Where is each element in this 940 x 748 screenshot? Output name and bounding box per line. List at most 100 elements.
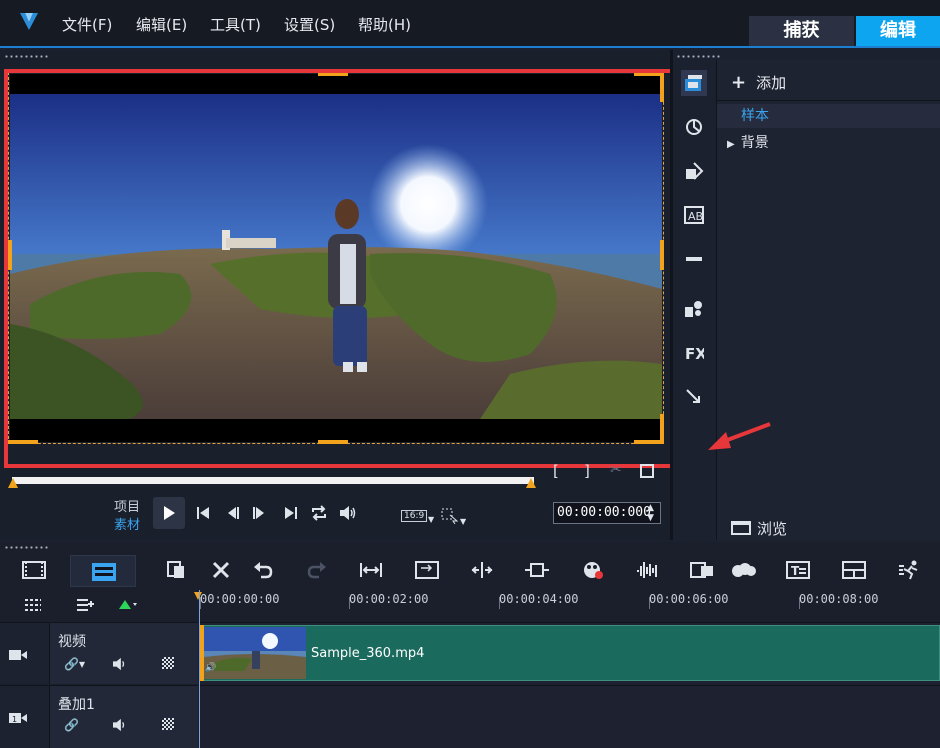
clip-audio-icon: 🔊 bbox=[205, 663, 217, 673]
ruler-tick-label: 00:00:04:00 bbox=[499, 592, 579, 606]
redo-icon[interactable] bbox=[303, 556, 331, 584]
aspect-dropdown-arrow-icon[interactable]: ▼ bbox=[428, 515, 434, 524]
track-name-video: 视频 bbox=[58, 634, 86, 650]
timecode-field[interactable]: 00:00:00:000 bbox=[553, 502, 661, 524]
crop-tool-button[interactable] bbox=[440, 507, 460, 525]
highlight-box bbox=[4, 69, 697, 468]
menu-tools[interactable]: 工具(T) bbox=[210, 14, 261, 35]
clip-trim-handle[interactable] bbox=[200, 625, 204, 681]
timeline-view-button[interactable] bbox=[70, 555, 136, 587]
menu-edit[interactable]: 编辑(E) bbox=[136, 14, 187, 35]
app-logo-icon bbox=[20, 13, 38, 30]
output-clip-icon[interactable] bbox=[640, 464, 654, 478]
add-folder-button[interactable]: + 添加 bbox=[731, 72, 786, 93]
speaker-icon bbox=[340, 506, 356, 520]
library-item-sample[interactable]: 样本 bbox=[717, 104, 940, 128]
track-transparency-icon[interactable] bbox=[162, 657, 174, 669]
auto-music-icon[interactable] bbox=[634, 556, 662, 584]
step-forward-icon bbox=[253, 507, 264, 519]
go-to-end-button[interactable] bbox=[282, 504, 300, 522]
title-icon[interactable]: AB bbox=[681, 202, 707, 228]
record-voice-icon[interactable] bbox=[579, 556, 607, 584]
go-to-start-button[interactable] bbox=[194, 504, 212, 522]
svg-text:FX: FX bbox=[685, 345, 704, 362]
add-remove-chapter-icon[interactable] bbox=[76, 598, 94, 616]
ruler-tick-label: 00:00:06:00 bbox=[649, 592, 729, 606]
horizontal-split-icon[interactable] bbox=[468, 556, 496, 584]
project-mode-label[interactable]: 项目 bbox=[114, 496, 140, 515]
play-icon bbox=[164, 506, 175, 520]
motion-tracking-icon[interactable] bbox=[896, 556, 924, 584]
step-back-icon bbox=[228, 507, 239, 519]
graphics-icon[interactable] bbox=[681, 296, 707, 322]
browse-button[interactable]: 浏览 bbox=[731, 518, 787, 539]
volume-button[interactable] bbox=[338, 503, 358, 523]
instant-project-icon[interactable] bbox=[681, 114, 707, 140]
track-volume-icon[interactable] bbox=[111, 657, 129, 671]
skip-end-icon bbox=[285, 507, 297, 519]
svg-text:1: 1 bbox=[12, 715, 17, 724]
timeline-playhead[interactable] bbox=[199, 590, 200, 748]
track-height-icon[interactable] bbox=[523, 556, 551, 584]
timecode-stepper-icon[interactable]: ▲ ▼ bbox=[647, 503, 654, 523]
subtitle-editor-icon[interactable]: T bbox=[784, 556, 812, 584]
record-capture-icon[interactable] bbox=[162, 556, 190, 584]
media-library-icon[interactable] bbox=[681, 70, 707, 96]
repeat-button[interactable] bbox=[309, 503, 329, 523]
storyboard-view-icon[interactable] bbox=[20, 556, 48, 584]
split-screen-icon[interactable] bbox=[840, 556, 868, 584]
plus-icon: + bbox=[731, 72, 747, 93]
browse-label: 浏览 bbox=[757, 520, 788, 538]
svg-text:T: T bbox=[791, 564, 800, 578]
chapter-marker-icon[interactable] bbox=[118, 598, 138, 616]
overlay-link-icon[interactable]: 🔗 bbox=[64, 718, 79, 732]
menu-help[interactable]: 帮助(H) bbox=[358, 14, 411, 35]
mask-creator-icon[interactable] bbox=[730, 556, 758, 584]
clip-thumbnail bbox=[204, 627, 306, 679]
overlay-volume-icon[interactable] bbox=[111, 718, 129, 732]
menu-bar: 文件(F) 编辑(E) 工具(T) 设置(S) 帮助(H) 捕获 编辑 bbox=[0, 0, 940, 46]
header-accent-line bbox=[0, 46, 940, 48]
library-grip[interactable] bbox=[676, 55, 722, 58]
transition-icon[interactable] bbox=[681, 158, 707, 184]
track-body-overlay[interactable] bbox=[199, 685, 940, 748]
mark-in-handle[interactable] bbox=[8, 478, 18, 488]
library-item-background-label: 背景 bbox=[740, 135, 769, 151]
filter-icon[interactable]: FX bbox=[681, 340, 707, 366]
color-icon[interactable] bbox=[681, 246, 707, 272]
track-type-cell: 1 bbox=[0, 686, 50, 748]
timeline-grip[interactable] bbox=[4, 546, 50, 549]
menu-settings[interactable]: 设置(S) bbox=[284, 14, 335, 35]
mark-in-icon[interactable]: [ bbox=[553, 462, 559, 480]
undo-icon[interactable] bbox=[249, 556, 277, 584]
split-clip-icon[interactable]: ✂ bbox=[610, 462, 622, 478]
preview-scrub-bar[interactable] bbox=[12, 477, 534, 484]
clip-mode-label[interactable]: 素材 bbox=[114, 514, 140, 533]
timeline-start-marker[interactable] bbox=[194, 592, 202, 600]
multi-camera-icon[interactable] bbox=[688, 556, 716, 584]
ruler-tick-label: 00:00:08:00 bbox=[799, 592, 879, 606]
path-icon[interactable] bbox=[681, 384, 707, 410]
overlay-camera-icon: 1 bbox=[9, 713, 27, 724]
tools-icon[interactable] bbox=[207, 556, 235, 584]
crop-dropdown-arrow-icon[interactable]: ▼ bbox=[460, 517, 466, 526]
menu-file[interactable]: 文件(F) bbox=[62, 14, 112, 35]
track-name-overlay: 叠加1 bbox=[58, 697, 95, 713]
previous-frame-button[interactable] bbox=[224, 504, 242, 522]
panel-grip[interactable] bbox=[4, 55, 50, 58]
smart-proxy-icon[interactable] bbox=[413, 556, 441, 584]
next-frame-button[interactable] bbox=[250, 504, 268, 522]
play-button[interactable] bbox=[153, 497, 185, 529]
aspect-ratio-button[interactable]: 16:9 bbox=[401, 510, 428, 522]
skip-start-icon bbox=[197, 507, 209, 519]
ripple-link-icon[interactable]: 🔗▾ bbox=[64, 657, 85, 671]
mark-out-handle[interactable] bbox=[526, 478, 536, 488]
tab-capture[interactable]: 捕获 bbox=[749, 16, 854, 46]
mark-out-icon[interactable]: ] bbox=[584, 462, 590, 480]
track-manager-icon[interactable] bbox=[24, 598, 42, 616]
tab-edit[interactable]: 编辑 bbox=[856, 16, 940, 46]
library-item-background[interactable]: ▶ 背景 bbox=[727, 132, 769, 152]
fit-project-icon[interactable] bbox=[357, 556, 385, 584]
browse-folder-icon bbox=[731, 521, 751, 535]
overlay-transparency-icon[interactable] bbox=[162, 718, 174, 730]
